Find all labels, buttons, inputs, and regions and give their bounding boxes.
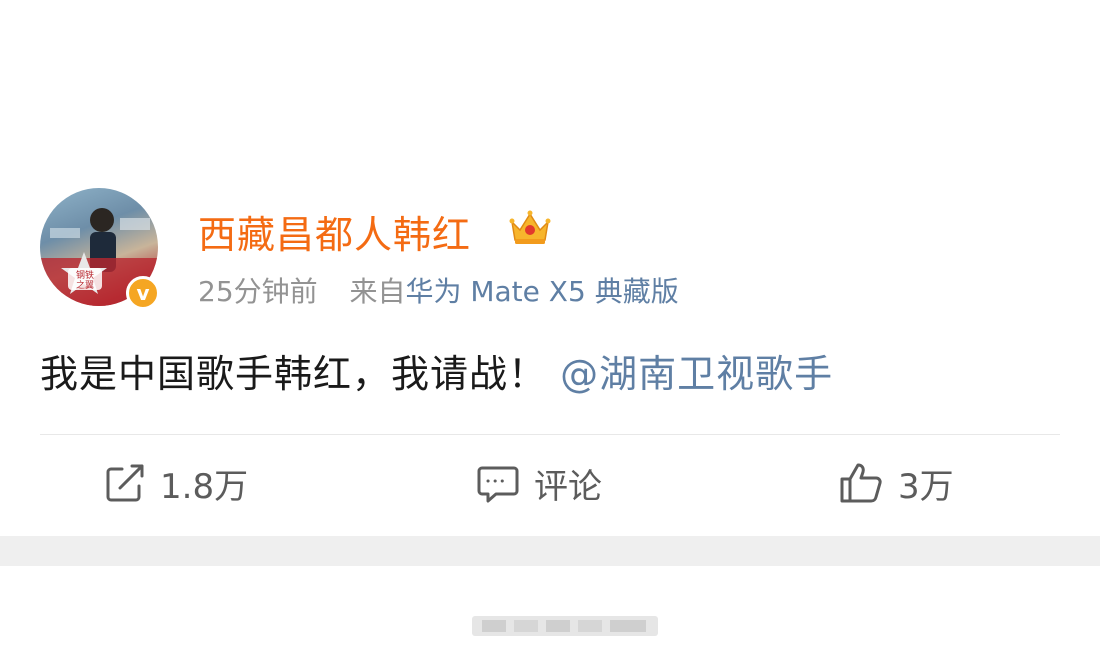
like-count: 3万 [898, 466, 954, 507]
repost-count: 1.8万 [160, 466, 249, 507]
post-text: 我是中国歌手韩红，我请战！ [40, 352, 548, 396]
post-time: 25分钟前 [198, 275, 318, 308]
mention-link[interactable]: @湖南卫视歌手 [560, 352, 833, 396]
divider [40, 434, 1060, 435]
like-icon [840, 463, 882, 503]
svg-text:之翼: 之翼 [76, 279, 94, 291]
source-device-link[interactable]: 华为 Mate X5 典藏版 [405, 275, 678, 308]
watermark-logo [472, 616, 658, 636]
verified-badge-icon: v [126, 276, 160, 310]
repost-button[interactable]: 1.8万 [104, 460, 249, 507]
svg-text:钢铁: 钢铁 [76, 269, 94, 281]
like-button[interactable]: 3万 [838, 460, 954, 507]
crown-icon[interactable] [508, 208, 552, 248]
username[interactable]: 西藏昌都人韩红 [198, 204, 471, 259]
section-gap [0, 536, 1100, 566]
comment-button[interactable]: 评论 [476, 460, 602, 507]
comment-label: 评论 [534, 466, 602, 507]
repost-icon [106, 464, 144, 502]
source-prefix: 来自 [349, 275, 406, 308]
weibo-post-card: 钢铁 之翼 v 西藏昌都人韩红 25分钟前 来自华为 Mate X5 典藏版 我… [0, 0, 1100, 536]
post-content: 我是中国歌手韩红，我请战！ @湖南卫视歌手 [40, 343, 833, 398]
post-meta: 25分钟前 来自华为 Mate X5 典藏版 [198, 270, 679, 310]
comment-icon [477, 466, 519, 503]
